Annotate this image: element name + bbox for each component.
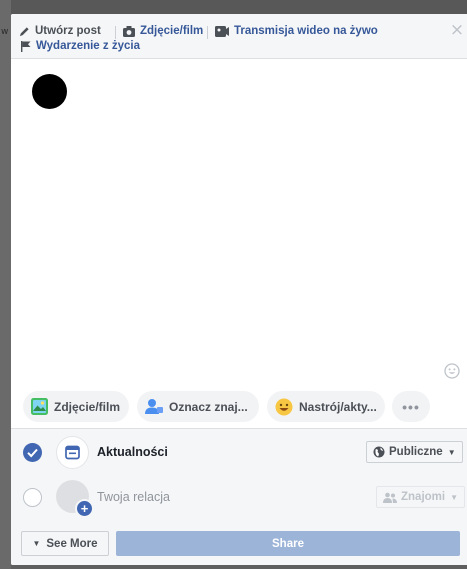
friends-icon: [383, 492, 397, 503]
caret-down-icon: ▼: [32, 539, 41, 548]
background-left: w: [0, 0, 11, 569]
chevron-down-icon: ▼: [450, 492, 459, 502]
emoji-icon[interactable]: [444, 363, 460, 379]
background-top: [0, 0, 467, 14]
news-feed-audience-selector[interactable]: Publiczne ▼: [366, 441, 463, 463]
feeling-activity-chip[interactable]: Nastrój/akty...: [267, 391, 385, 422]
photo-video-chip[interactable]: Zdjęcie/film: [23, 391, 129, 422]
checkmark-icon: [27, 448, 38, 458]
tab-create-post[interactable]: Utwórz post: [19, 25, 101, 37]
tab-live-video-label: Transmisja wideo na żywo: [234, 25, 378, 37]
share-button[interactable]: Share: [116, 531, 460, 556]
photo-icon: [31, 398, 48, 415]
photo-video-chip-label: Zdjęcie/film: [54, 399, 121, 414]
avatar: [32, 74, 67, 109]
story-avatar: +: [56, 480, 94, 518]
background-fragment: w: [1, 27, 9, 37]
tag-friends-chip[interactable]: Oznacz znaj...: [137, 391, 259, 422]
story-row: + Twoja relacja Znajomi ▼: [11, 476, 467, 520]
add-story-icon: +: [75, 499, 94, 518]
see-more-button[interactable]: ▼ See More: [21, 531, 109, 556]
tab-life-event[interactable]: Wydarzenie z życia: [21, 40, 140, 52]
news-feed-checkbox[interactable]: [23, 443, 42, 462]
more-options-button[interactable]: •••: [392, 391, 430, 422]
tab-live-video[interactable]: Transmisja wideo na żywo: [215, 25, 378, 37]
create-post-dialog: Utwórz post Zdjęcie/film Transmisja wide…: [11, 14, 467, 565]
feeling-emoji-icon: [275, 398, 293, 416]
dialog-header: Utwórz post Zdjęcie/film Transmisja wide…: [11, 14, 467, 59]
feeling-activity-chip-label: Nastrój/akty...: [299, 399, 377, 414]
flag-icon: [21, 40, 31, 52]
news-feed-row: Aktualności Publiczne ▼: [11, 431, 467, 475]
story-audience-selector[interactable]: Znajomi ▼: [376, 486, 466, 508]
post-destination-footer: Aktualności Publiczne ▼ + Twoja relacja …: [11, 428, 467, 565]
story-label: Twoja relacja: [97, 490, 170, 504]
pencil-icon: [19, 26, 30, 37]
header-divider: [115, 26, 116, 39]
tag-friends-chip-label: Oznacz znaj...: [169, 399, 248, 414]
tab-life-event-label: Wydarzenie z życia: [36, 40, 140, 52]
camera-icon: [123, 25, 135, 37]
story-checkbox[interactable]: [23, 488, 42, 507]
header-divider: [207, 26, 208, 39]
tab-create-post-label: Utwórz post: [35, 25, 101, 37]
news-feed-label: Aktualności: [97, 445, 168, 459]
tab-photo-video[interactable]: Zdjęcie/film: [123, 25, 203, 37]
live-video-icon: [215, 25, 229, 37]
story-audience-label: Znajomi: [401, 491, 446, 503]
tab-photo-video-label: Zdjęcie/film: [140, 25, 204, 37]
news-feed-audience-label: Publiczne: [389, 446, 443, 458]
post-text-input[interactable]: [81, 74, 441, 364]
close-icon[interactable]: ×: [448, 21, 466, 39]
news-feed-icon: [56, 436, 89, 469]
chevron-down-icon: ▼: [447, 447, 456, 457]
globe-icon: [373, 446, 385, 458]
see-more-label: See More: [46, 537, 98, 550]
tag-friends-icon: [145, 398, 163, 415]
more-dots-icon: •••: [402, 398, 420, 415]
